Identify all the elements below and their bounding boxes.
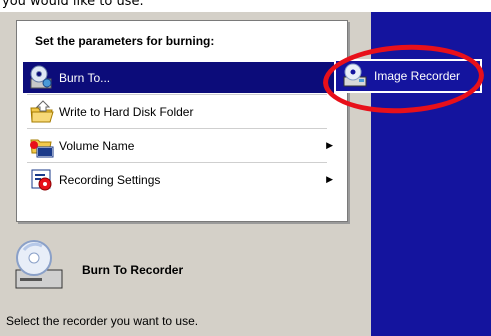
menu-item-label: Write to Hard Disk Folder — [59, 104, 194, 119]
menu-item-label: Volume Name — [59, 138, 135, 153]
submenu-arrow-icon: ▶ — [326, 140, 333, 150]
section-title: Burn To Recorder — [82, 263, 184, 277]
section-description: Select the recorder you want to use. — [6, 314, 199, 328]
burn-parameters-menu: Set the parameters for burning: Burn To.… — [16, 20, 348, 222]
menu-separator — [27, 94, 327, 95]
disc-recorder-icon — [12, 238, 68, 292]
menu-header: Set the parameters for burning: — [35, 34, 215, 48]
menu-item-write-to-folder[interactable]: Write to Hard Disk Folder — [23, 96, 341, 127]
burn-to-icon — [29, 65, 55, 91]
menu-separator — [27, 128, 327, 129]
menu-item-volume-name[interactable]: Volume Name ▶ — [23, 130, 341, 161]
top-caption: you would like to use. — [2, 0, 144, 9]
burn-to-recorder-section: Burn To Recorder Select the recorder you… — [0, 238, 371, 336]
menu-item-recording-settings[interactable]: Recording Settings ▶ — [23, 164, 341, 195]
folder-icon — [29, 99, 55, 125]
menu-item-label: Recording Settings — [59, 172, 161, 187]
submenu-arrow-icon: ▶ — [326, 174, 333, 184]
menu-item-label: Burn To... — [59, 70, 111, 85]
menu-separator — [27, 162, 327, 163]
menu-item-burn-to[interactable]: Burn To... ▶ — [23, 62, 341, 93]
recording-settings-icon — [29, 167, 55, 193]
volume-name-icon — [29, 133, 55, 159]
